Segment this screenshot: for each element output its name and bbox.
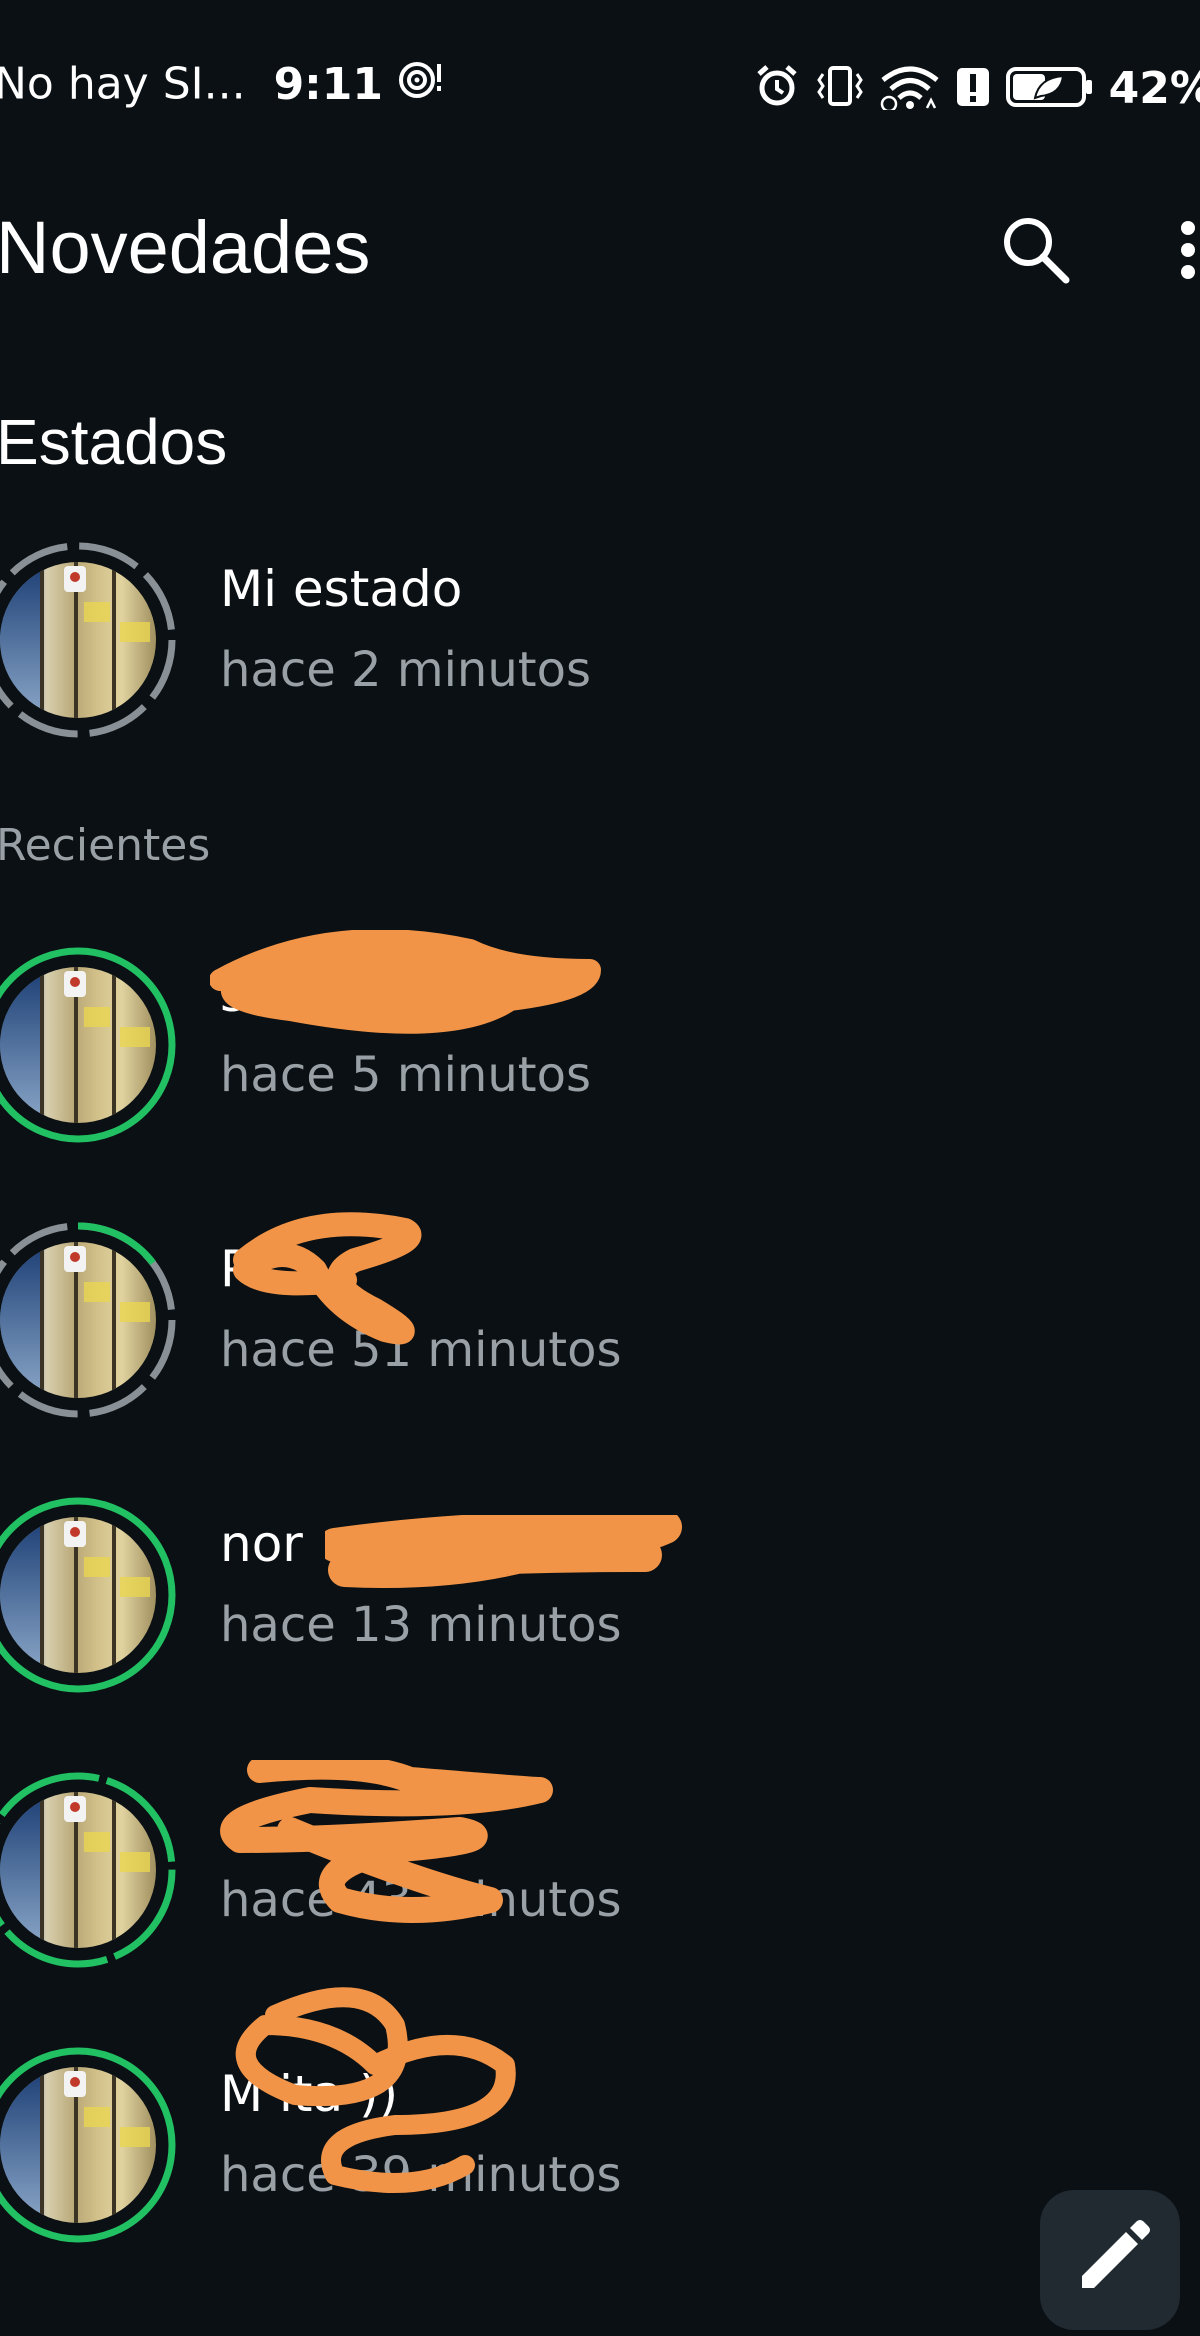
avatar-image — [0, 1792, 156, 1948]
more-options-button[interactable] — [1168, 212, 1200, 288]
avatar-image — [0, 562, 156, 718]
battery-saver-icon — [1005, 62, 1095, 114]
avatar — [0, 2045, 178, 2245]
status-time: hace 39 minutos — [220, 2147, 622, 2203]
status-time: hace 43 minutos — [220, 1872, 622, 1928]
vibrate-icon — [815, 62, 865, 114]
search-icon — [1004, 218, 1070, 284]
redaction-scribble — [325, 1515, 682, 1588]
status-time: hace 2 minutos — [220, 642, 591, 698]
status-name: sa — [220, 965, 277, 1023]
avatar — [0, 945, 178, 1145]
avatar — [0, 1495, 178, 1695]
status-name: M ita )) — [220, 2065, 399, 2123]
list-item[interactable]: hace 43 minutos — [0, 1760, 1200, 1980]
screen: No hay SI... 9:11 42 Novedades Estados M… — [0, 0, 1200, 2336]
pencil-icon — [1082, 2220, 1150, 2288]
avatar-image — [0, 1517, 156, 1673]
avatar — [0, 1770, 178, 1970]
search-button[interactable] — [998, 212, 1074, 288]
status-name: nor — [220, 1515, 303, 1573]
status-time: hace 5 minutos — [220, 1047, 591, 1103]
status-left: No hay SI... 9:11 — [0, 58, 443, 115]
status-time: hace 51 minutos — [220, 1322, 622, 1378]
carrier-text: No hay SI... — [0, 58, 246, 110]
alert-icon — [955, 62, 991, 114]
avatar-image — [0, 2067, 156, 2223]
status-name: Mi estado — [220, 560, 463, 618]
avatar-image — [0, 1242, 156, 1398]
more-vert-icon — [1181, 221, 1195, 279]
battery-percent: 42% — [1108, 62, 1200, 114]
avatar-image — [0, 967, 156, 1123]
my-status-item[interactable]: Mi estado hace 2 minutos — [0, 540, 1200, 750]
recent-label: Recientes — [0, 820, 211, 871]
status-time: hace 13 minutos — [220, 1597, 622, 1653]
list-item[interactable]: P hace 51 minutos — [0, 1212, 1200, 1430]
avatar — [0, 540, 178, 740]
list-item[interactable]: M ita )) hace 39 minutos — [0, 1987, 1200, 2255]
list-item[interactable]: sa hace 5 minutos — [0, 930, 1200, 1155]
new-status-button[interactable] — [1040, 2190, 1180, 2330]
wifi-icon — [879, 62, 941, 114]
page-title: Novedades — [0, 206, 371, 289]
alarm-icon — [753, 62, 801, 114]
section-title-estados: Estados — [0, 406, 228, 478]
status-name: P — [220, 1240, 251, 1298]
list-item[interactable]: nor hace 13 minutos — [0, 1495, 1200, 1705]
status-right: 42% — [753, 58, 1200, 118]
clock: 9:11 — [273, 58, 384, 110]
status-bar: No hay SI... 9:11 42 — [0, 0, 1200, 180]
avatar — [0, 1220, 178, 1420]
hotspot-icon — [397, 58, 443, 115]
